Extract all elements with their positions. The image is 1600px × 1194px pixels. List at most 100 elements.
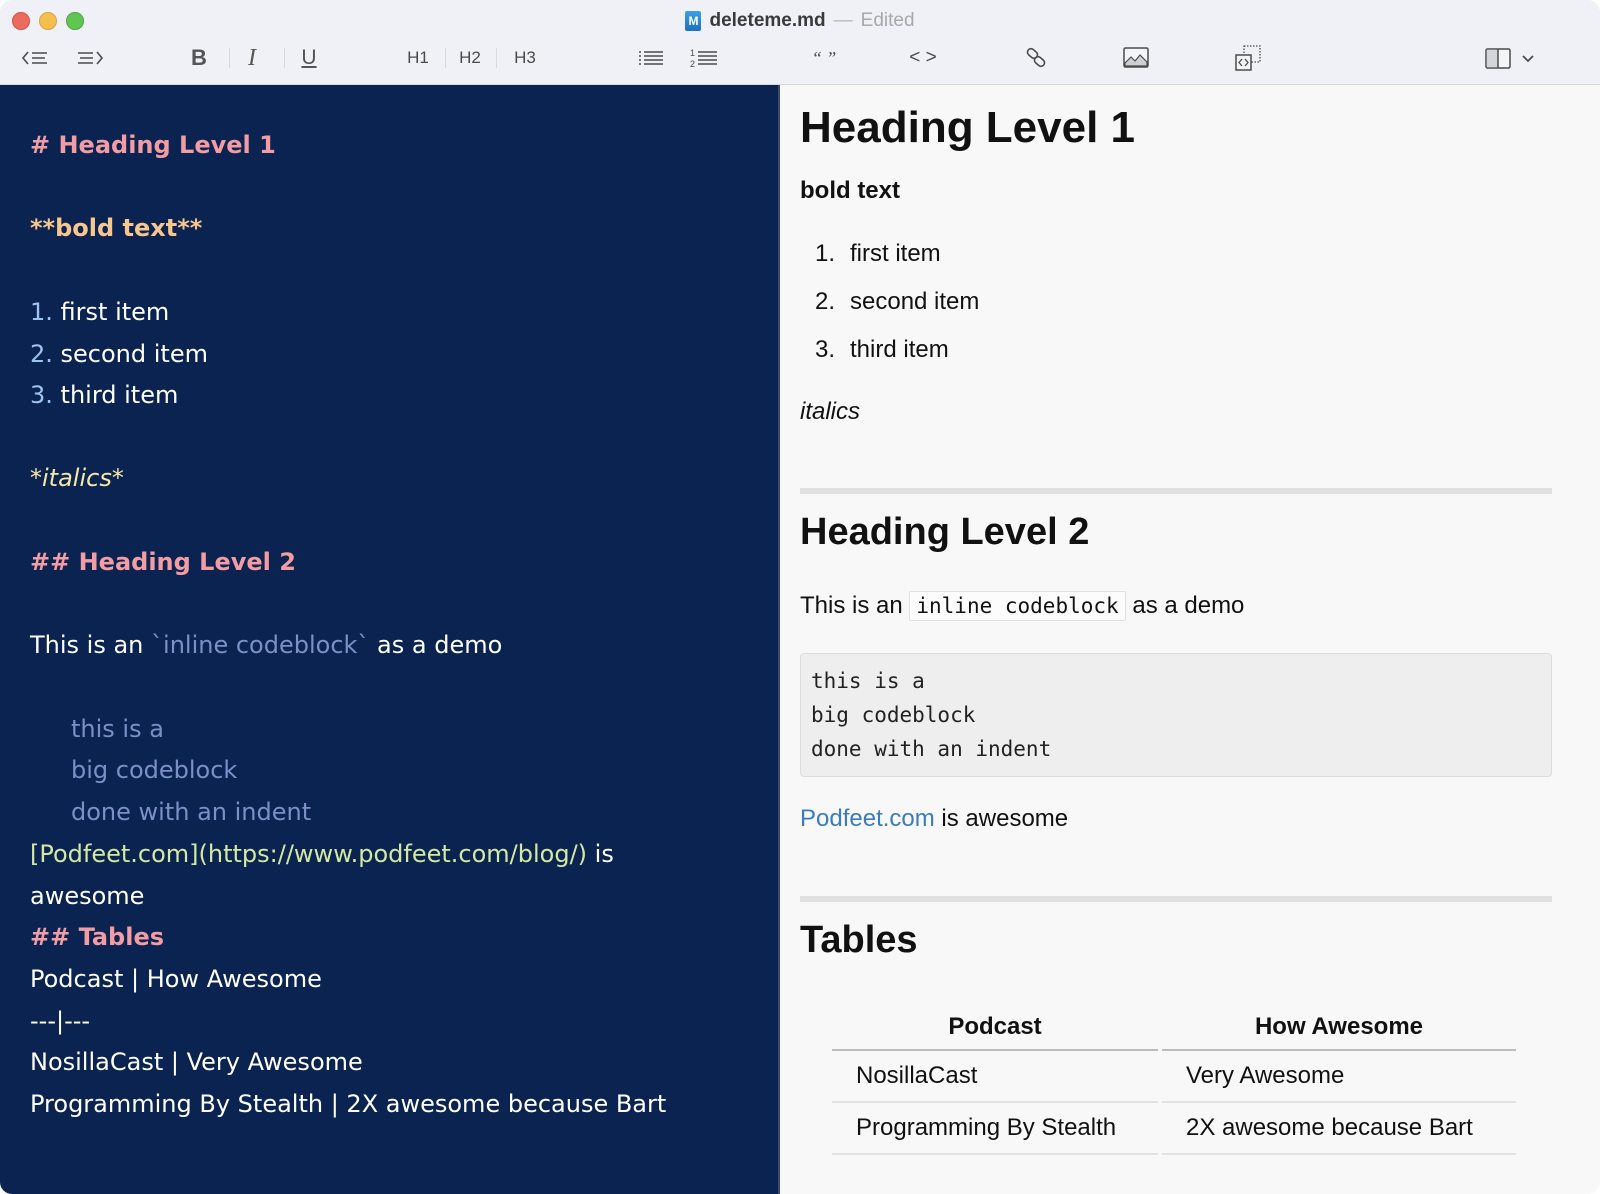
link-icon (1024, 46, 1048, 70)
table-cell: Programming By Stealth (832, 1103, 1158, 1155)
podfeet-link[interactable]: Podfeet.com (800, 805, 935, 832)
split-view-icon (1484, 47, 1512, 69)
code-line: big codeblock (811, 698, 1541, 732)
title-toolbar: M deleteme.md — Edited B I U H1 H2 H3 12 (0, 0, 1600, 85)
list-text: second item (53, 340, 208, 368)
indent-button[interactable] (75, 44, 105, 72)
table-header: Podcast (832, 1005, 1158, 1051)
editor-list-line[interactable]: 3. third item (30, 379, 178, 411)
preview-table: Podcast How Awesome NosillaCast Very Awe… (828, 1005, 1520, 1155)
editor-text-line[interactable]: awesome (30, 880, 144, 912)
editor-code-line[interactable]: done with an indent (71, 796, 311, 828)
list-number: 2. (30, 340, 53, 368)
editor-h1-line[interactable]: # Heading Level 1 (30, 129, 276, 161)
list-text: second item (850, 288, 979, 315)
editor-italics-line[interactable]: *italics* (30, 462, 124, 494)
editor-table-line[interactable]: Podcast | How Awesome (30, 963, 322, 995)
table-row: NosillaCast Very Awesome (832, 1051, 1516, 1103)
preview-italics: italics (800, 398, 860, 426)
editor-h2-tables-line[interactable]: ## Tables (30, 921, 164, 953)
editor-table-line[interactable]: ---|--- (30, 1005, 90, 1037)
list-text: third item (850, 336, 949, 363)
editor-code-line[interactable]: big codeblock (71, 754, 237, 786)
preview-inline-code-paragraph: This is an inline codeblock as a demo (800, 592, 1244, 620)
preview-h2-tables: Tables (800, 919, 918, 962)
list-number: 2. (815, 288, 850, 316)
editor-inline-code-line[interactable]: This is an `inline codeblock` as a demo (30, 629, 502, 661)
preview-bold: bold text (800, 177, 900, 205)
editor-h2-line[interactable]: ## Heading Level 2 (30, 546, 296, 578)
list-text: third item (53, 381, 178, 409)
svg-text:2: 2 (690, 59, 695, 69)
embed-code-button[interactable] (1232, 44, 1264, 72)
title-separator: — (834, 9, 853, 33)
editor-link-line[interactable]: [Podfeet.com](https://www.podfeet.com/bl… (30, 838, 614, 870)
preview-codeblock: this is a big codeblock done with an ind… (800, 653, 1552, 777)
bold-button[interactable]: B (186, 44, 212, 72)
italic-button[interactable]: I (240, 44, 264, 72)
svg-text:1: 1 (690, 48, 695, 58)
code-line: this is a (811, 664, 1541, 698)
markdown-editor[interactable]: # Heading Level 1 **bold text** 1. first… (0, 85, 780, 1194)
code-line: done with an indent (811, 732, 1541, 766)
heading1-button[interactable]: H1 (403, 44, 433, 72)
embed-code-icon (1233, 44, 1263, 72)
toolbar-divider (445, 48, 446, 68)
inline-code-span: `inline codeblock` (151, 631, 369, 659)
list-number: 3. (815, 336, 850, 364)
editor-list-line[interactable]: 2. second item (30, 338, 208, 370)
list-text: first item (850, 240, 941, 267)
toolbar-divider (229, 48, 230, 68)
editor-code-line[interactable]: this is a (71, 713, 164, 745)
heading2-button[interactable]: H2 (455, 44, 485, 72)
edit-status: Edited (861, 9, 915, 33)
numbered-list-button[interactable]: 12 (688, 44, 720, 72)
document-name[interactable]: deleteme.md (709, 9, 825, 33)
preview-h1: Heading Level 1 (800, 103, 1135, 153)
table-cell: Very Awesome (1162, 1051, 1516, 1103)
text-span: This is an (30, 631, 151, 659)
table-header-row: Podcast How Awesome (832, 1005, 1516, 1051)
link-button[interactable] (1022, 44, 1050, 72)
numbered-list-icon: 12 (689, 47, 719, 69)
h1-underline-rule (800, 488, 1552, 494)
list-text: first item (53, 298, 169, 326)
preview-list-item: 3.third item (815, 336, 949, 364)
window-title: M deleteme.md — Edited (0, 8, 1600, 33)
toolbar-divider (284, 48, 285, 68)
image-button[interactable] (1121, 44, 1151, 72)
text-span: as a demo (1126, 592, 1245, 619)
chevron-down-icon (1520, 52, 1536, 64)
list-number: 1. (815, 240, 850, 268)
bullet-list-button[interactable] (636, 44, 666, 72)
layout-toggle-button[interactable] (1484, 44, 1536, 72)
text-span: This is an (800, 592, 909, 619)
text-span: as a demo (369, 631, 502, 659)
markdown-preview: Heading Level 1 bold text 1.first item 2… (782, 85, 1600, 1194)
list-number: 3. (30, 381, 53, 409)
bullet-list-icon (637, 48, 665, 68)
text-span: is (587, 840, 614, 868)
underline-button[interactable]: U (297, 44, 321, 72)
editor-list-line[interactable]: 1. first item (30, 296, 169, 328)
code-button[interactable]: < > (905, 44, 941, 72)
preview-list-item: 2.second item (815, 288, 979, 316)
quote-button[interactable]: “ ” (808, 44, 840, 72)
outdent-button[interactable] (20, 44, 50, 72)
table-row: Programming By Stealth 2X awesome becaus… (832, 1103, 1516, 1155)
outdent-icon (21, 48, 49, 68)
preview-link-paragraph: Podfeet.com is awesome (800, 805, 1068, 833)
list-number: 1. (30, 298, 53, 326)
toolbar-divider (496, 48, 497, 68)
table-cell: NosillaCast (832, 1051, 1158, 1103)
heading3-button[interactable]: H3 (510, 44, 540, 72)
editor-bold-line[interactable]: **bold text** (30, 212, 202, 244)
app-window: M deleteme.md — Edited B I U H1 H2 H3 12 (0, 0, 1600, 1194)
image-icon (1122, 46, 1150, 70)
markdown-doc-icon: M (685, 11, 701, 31)
editor-table-line[interactable]: NosillaCast | Very Awesome (30, 1046, 363, 1078)
editor-table-line[interactable]: Programming By Stealth | 2X awesome beca… (30, 1088, 666, 1120)
table-header: How Awesome (1162, 1005, 1516, 1051)
indent-icon (76, 48, 104, 68)
markdown-link[interactable]: [Podfeet.com](https://www.podfeet.com/bl… (30, 840, 587, 868)
